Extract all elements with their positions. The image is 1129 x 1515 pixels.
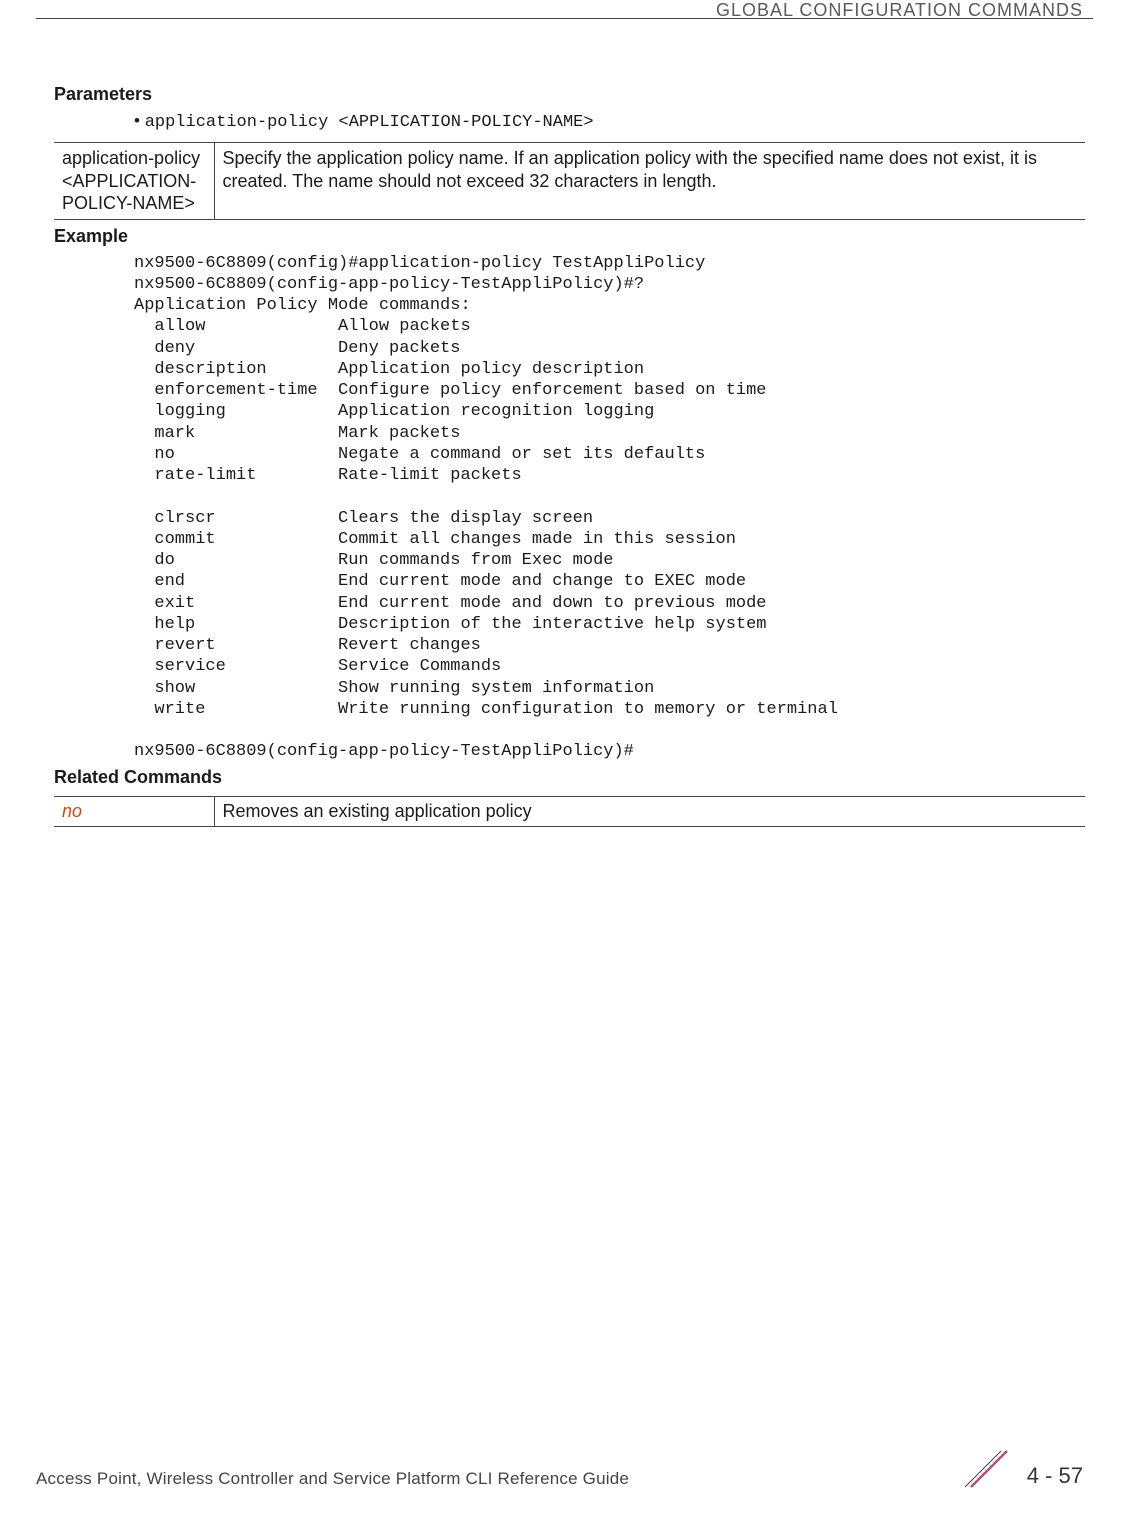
related-cmd-desc-cell: Removes an existing application policy: [214, 796, 1085, 826]
header-rule: [36, 18, 1093, 19]
table-row: no Removes an existing application polic…: [54, 796, 1085, 826]
footer-doc-title: Access Point, Wireless Controller and Se…: [36, 1469, 629, 1489]
param-name-cell: application-policy <APPLICATION-POLICY-N…: [54, 143, 214, 220]
related-cmd-name-cell: no: [54, 796, 214, 826]
page-content: Parameters application-policy <APPLICATI…: [54, 80, 1085, 827]
page-footer: Access Point, Wireless Controller and Se…: [36, 1449, 1093, 1489]
param-desc-cell: Specify the application policy name. If …: [214, 143, 1085, 220]
example-code-block: nx9500-6C8809(config)#application-policy…: [134, 253, 1085, 763]
related-commands-table: no Removes an existing application polic…: [54, 796, 1085, 827]
parameters-heading: Parameters: [54, 84, 1085, 105]
example-heading: Example: [54, 226, 1085, 247]
no-command-link[interactable]: no: [62, 801, 82, 821]
parameters-table: application-policy <APPLICATION-POLICY-N…: [54, 142, 1085, 220]
footer-slash-icon: [963, 1443, 1015, 1495]
syntax-line: application-policy <APPLICATION-POLICY-N…: [134, 111, 1085, 132]
page-number: 4 - 57: [1027, 1463, 1083, 1489]
related-commands-heading: Related Commands: [54, 767, 1085, 788]
table-row: application-policy <APPLICATION-POLICY-N…: [54, 143, 1085, 220]
